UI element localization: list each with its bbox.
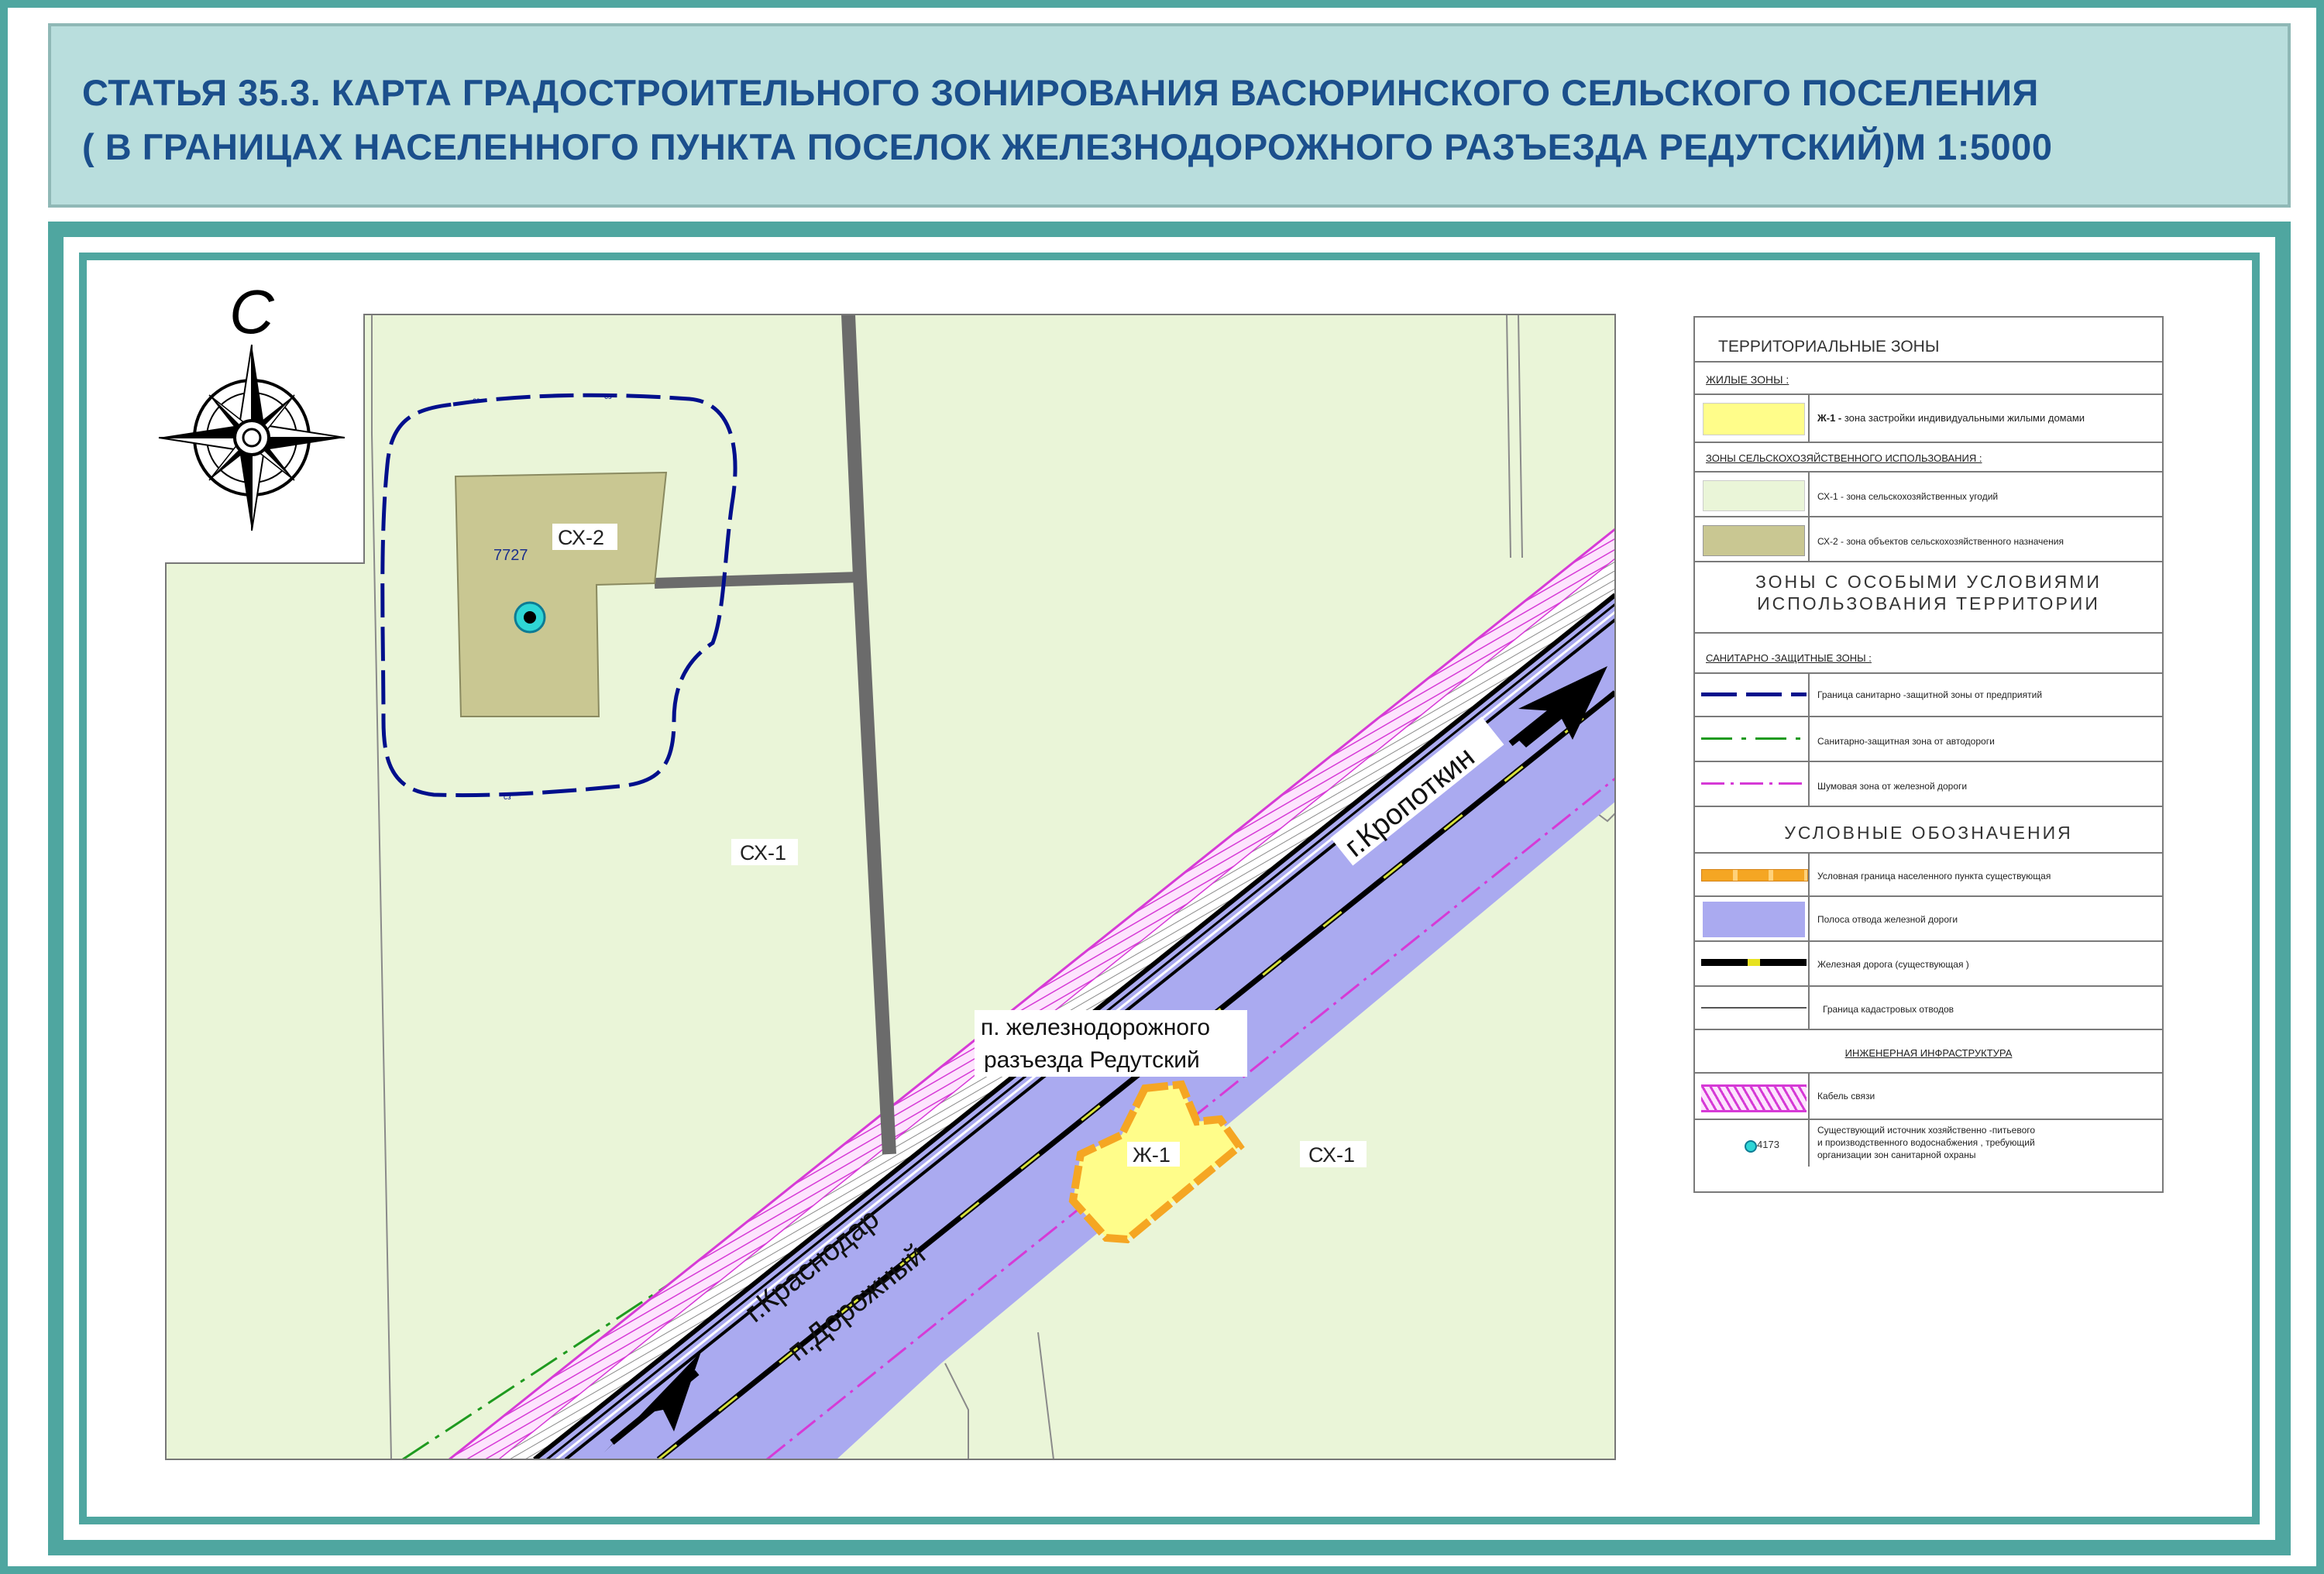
zone-cx2-label: СХ-2	[558, 526, 604, 549]
legend-swatch-zh1	[1703, 403, 1805, 435]
legend-swatch-noise	[1701, 782, 1807, 785]
compass-rose	[158, 344, 346, 531]
zone-zh1-label: Ж-1	[1133, 1143, 1171, 1167]
legend-special-zones-1: ЗОНЫ С ОСОБЫМИ УСЛОВИЯМИ	[1755, 572, 2102, 592]
settlement-label-1: п. железнодорожного	[981, 1015, 1210, 1040]
legend-water-2: и производственного водоснабжения , треб…	[1817, 1137, 2035, 1148]
legend-special-zones-2: ИСПОЛЬЗОВАНИЯ ТЕРРИТОРИИ	[1757, 593, 2100, 613]
sz-marker: сз	[604, 393, 612, 401]
sz-marker: сз	[504, 793, 511, 802]
legend-row: Кабель связи	[1695, 1074, 2162, 1120]
legend-swatch-railway	[1701, 959, 1807, 966]
legend-cadastral: Граница кадастровых отводов	[1823, 1004, 1954, 1015]
legend-sz-enterprise: Граница санитарно -защитной зоны от пред…	[1817, 689, 2043, 700]
legend-cx2: СХ-2 - зона объектов сельскохозяйственно…	[1817, 536, 2064, 547]
legend-noise: Шумовая зона от железной дороги	[1817, 781, 1968, 792]
water-source-legend-icon	[1745, 1140, 1757, 1153]
legend-swatch-cx2	[1703, 525, 1805, 556]
legend-row: Граница санитарно -защитной зоны от пред…	[1695, 674, 2162, 717]
legend-row: 4173 Существующий источник хозяйственно …	[1695, 1120, 2162, 1191]
legend-water-1: Существующий источник хозяйственно -пить…	[1817, 1125, 2036, 1136]
legend-swatch-sz-road	[1701, 737, 1807, 740]
sz-marker: сз	[473, 397, 480, 405]
legend-row: ИНЖЕНЕРНАЯ ИНФРАСТРУКТУРА	[1695, 1030, 2162, 1074]
settlement-label-2: разъезда Редутский	[984, 1047, 1200, 1073]
zone-cx1-label-right: СХ-1	[1308, 1143, 1355, 1167]
legend-row: ЖИЛЫЕ ЗОНЫ : Ж-1 - зона застройки индиви…	[1695, 363, 2162, 473]
parcel-number: 7727	[493, 547, 528, 564]
legend-swatch-cable	[1701, 1084, 1807, 1112]
legend-railway: Железная дорога (существующая )	[1817, 959, 1969, 970]
legend-zh1: Ж-1 - зона застройки индивидуальными жил…	[1817, 412, 2085, 424]
legend-cable: Кабель связи	[1817, 1091, 1875, 1101]
legend-swatch-rail-strip	[1703, 902, 1805, 937]
legend-rail-strip: Полоса отвода железной дороги	[1817, 914, 1958, 925]
legend-sanitary-header: САНИТАРНО -ЗАЩИТНЫЕ ЗОНЫ :	[1706, 652, 1872, 664]
legend-row: Полоса отвода железной дороги	[1695, 897, 2162, 942]
legend-engineering-header: ИНЖЕНЕРНАЯ ИНФРАСТРУКТУРА	[1844, 1047, 2013, 1059]
legend-row: Условная граница населенного пункта суще…	[1695, 854, 2162, 897]
zone-cx1-label-left: СХ-1	[740, 841, 786, 864]
legend-row: Железная дорога (существующая )	[1695, 942, 2162, 987]
legend-swatch-sz-enterprise	[1701, 692, 1807, 696]
legend-residential-header: ЖИЛЫЕ ЗОНЫ :	[1706, 373, 1789, 386]
legend-row: СХ-2 - зона объектов сельскохозяйственно…	[1695, 517, 2162, 562]
legend-row: Граница кадастровых отводов	[1695, 987, 2162, 1030]
legend-swatch-cx1	[1703, 480, 1805, 511]
legend-row: УСЛОВНЫЕ ОБОЗНАЧЕНИЯ	[1695, 807, 2162, 854]
compass-north-label: С	[229, 277, 275, 346]
legend-row: ЗОНЫ С ОСОБЫМИ УСЛОВИЯМИ ИСПОЛЬЗОВАНИЯ Т…	[1695, 562, 2162, 634]
legend-row: СХ-1 - зона сельскохозяйственных угодий	[1695, 473, 2162, 517]
legend-water-3: организации зон санитарной охраны	[1817, 1150, 1976, 1160]
access-road	[654, 572, 861, 589]
legend-swatch-cadastral	[1701, 1007, 1807, 1009]
legend-water-num: 4173	[1757, 1139, 1779, 1150]
legend-row: САНИТАРНО -ЗАЩИТНЫЕ ЗОНЫ :	[1695, 634, 2162, 674]
legend-swatch-settlement-border	[1701, 869, 1808, 882]
legend-symbols-header: УСЛОВНЫЕ ОБОЗНАЧЕНИЯ	[1784, 823, 2073, 843]
legend-settlement-border: Условная граница населенного пункта суще…	[1817, 871, 2051, 882]
legend-sz-road: Санитарно-защитная зона от автодороги	[1817, 736, 1995, 747]
legend-cx1: СХ-1 - зона сельскохозяйственных угодий	[1817, 491, 1999, 502]
legend-row: Шумовая зона от железной дороги	[1695, 762, 2162, 807]
legend-agri-header: ЗОНЫ СЕЛЬСКОХОЗЯЙСТВЕННОГО ИСПОЛЬЗОВАНИЯ…	[1706, 452, 1982, 464]
legend-title: ТЕРРИТОРИАЛЬНЫЕ ЗОНЫ	[1718, 338, 1940, 356]
water-source-icon-center	[524, 611, 536, 624]
legend-row: Санитарно-защитная зона от автодороги	[1695, 717, 2162, 762]
legend-panel: ТЕРРИТОРИАЛЬНЫЕ ЗОНЫ ЖИЛЫЕ ЗОНЫ : Ж-1 - …	[1693, 316, 2164, 1193]
legend-row: ТЕРРИТОРИАЛЬНЫЕ ЗОНЫ	[1695, 318, 2162, 363]
